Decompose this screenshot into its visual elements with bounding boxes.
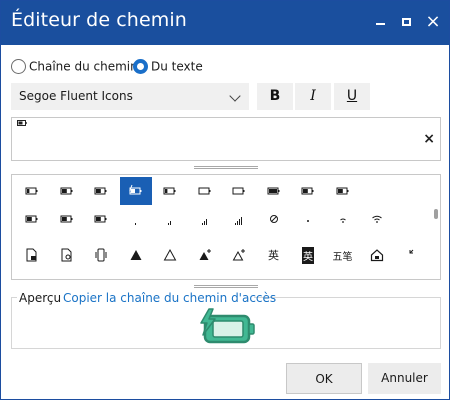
- document-search-icon[interactable]: [51, 241, 83, 269]
- path-text-input[interactable]: ×: [11, 117, 441, 161]
- triangle-outline-icon[interactable]: [154, 241, 186, 269]
- close-icon: ×: [425, 11, 441, 32]
- no-signal-icon[interactable]: [258, 205, 290, 233]
- window-title: Éditeur de chemin: [11, 9, 187, 31]
- ime-ying-boxed-icon[interactable]: 英: [292, 241, 324, 269]
- battery-mid-icon[interactable]: [292, 177, 324, 205]
- ime-ying-icon[interactable]: 英: [258, 241, 290, 269]
- ime-wubi-icon[interactable]: 五笔: [327, 241, 359, 269]
- path-editor-window: Éditeur de chemin × Chaîne du chemin Du …: [0, 0, 450, 400]
- battery-outline-icon[interactable]: [189, 177, 221, 205]
- font-select-value: Segoe Fluent Icons: [19, 89, 133, 103]
- signal-3-icon[interactable]: [189, 205, 221, 233]
- font-select[interactable]: Segoe Fluent Icons: [11, 83, 249, 110]
- italic-button[interactable]: I: [295, 83, 331, 110]
- phone-vibrate-icon[interactable]: [85, 241, 117, 269]
- battery-charging-preview-icon: [200, 308, 255, 344]
- battery-mid-icon[interactable]: [85, 205, 117, 233]
- grid-scrollbar[interactable]: [434, 209, 438, 219]
- maximize-button[interactable]: [394, 9, 420, 35]
- battery-mid-icon[interactable]: [16, 205, 48, 233]
- radio-label: Chaîne du chemin: [29, 59, 138, 74]
- battery-mid-icon[interactable]: [327, 177, 359, 205]
- close-button[interactable]: ×: [420, 9, 446, 35]
- signal-4-icon[interactable]: [223, 205, 255, 233]
- battery-charging-icon[interactable]: [119, 177, 152, 205]
- minimize-button[interactable]: [368, 9, 394, 35]
- wifi-1-icon[interactable]: [292, 205, 324, 233]
- maximize-icon: [402, 18, 411, 26]
- wifi-3-icon[interactable]: [361, 205, 393, 233]
- battery-glyph-icon: [17, 120, 27, 126]
- battery-outline-icon[interactable]: [223, 177, 255, 205]
- triangle-filled-icon[interactable]: [120, 241, 152, 269]
- battery-full-icon[interactable]: [258, 177, 290, 205]
- battery-mid-icon[interactable]: [85, 177, 117, 205]
- wifi-2-icon[interactable]: [327, 205, 359, 233]
- battery-mid-icon[interactable]: [51, 205, 83, 233]
- battery-low-icon[interactable]: [16, 177, 48, 205]
- triangle-outline-plus-icon[interactable]: [223, 241, 255, 269]
- radio-from-text[interactable]: Du texte: [133, 58, 203, 76]
- home-lock-icon[interactable]: [361, 241, 393, 269]
- splitter-handle[interactable]: [194, 166, 258, 169]
- bold-button[interactable]: B: [257, 83, 293, 110]
- clear-input-button[interactable]: ×: [423, 131, 435, 147]
- battery-low-icon[interactable]: [154, 177, 186, 205]
- signal-2-icon[interactable]: [154, 205, 186, 233]
- minimize-icon: [376, 23, 385, 25]
- chevron-down-icon: [229, 90, 241, 102]
- battery-mid-icon[interactable]: [51, 177, 83, 205]
- document-lock-icon[interactable]: [16, 241, 48, 269]
- radio-circle: [11, 59, 26, 74]
- triangle-filled-plus-icon[interactable]: [189, 241, 221, 269]
- icon-grid: 英英五笔: [11, 174, 441, 280]
- preview-label: Aperçu: [19, 291, 62, 305]
- underline-button[interactable]: U: [334, 83, 370, 110]
- radio-label: Du texte: [151, 59, 203, 74]
- ok-button[interactable]: OK: [286, 363, 362, 394]
- title-bar: Éditeur de chemin ×: [1, 1, 449, 45]
- radio-path-string[interactable]: Chaîne du chemin: [11, 58, 138, 76]
- signal-1-icon[interactable]: [120, 205, 152, 233]
- cancel-button[interactable]: Annuler: [368, 363, 441, 394]
- radio-circle: [133, 59, 148, 74]
- copy-path-link[interactable]: Copier la chaîne du chemin d'accès: [63, 291, 276, 305]
- splitter-handle[interactable]: [194, 285, 258, 288]
- arrow-corner-icon[interactable]: [396, 241, 428, 269]
